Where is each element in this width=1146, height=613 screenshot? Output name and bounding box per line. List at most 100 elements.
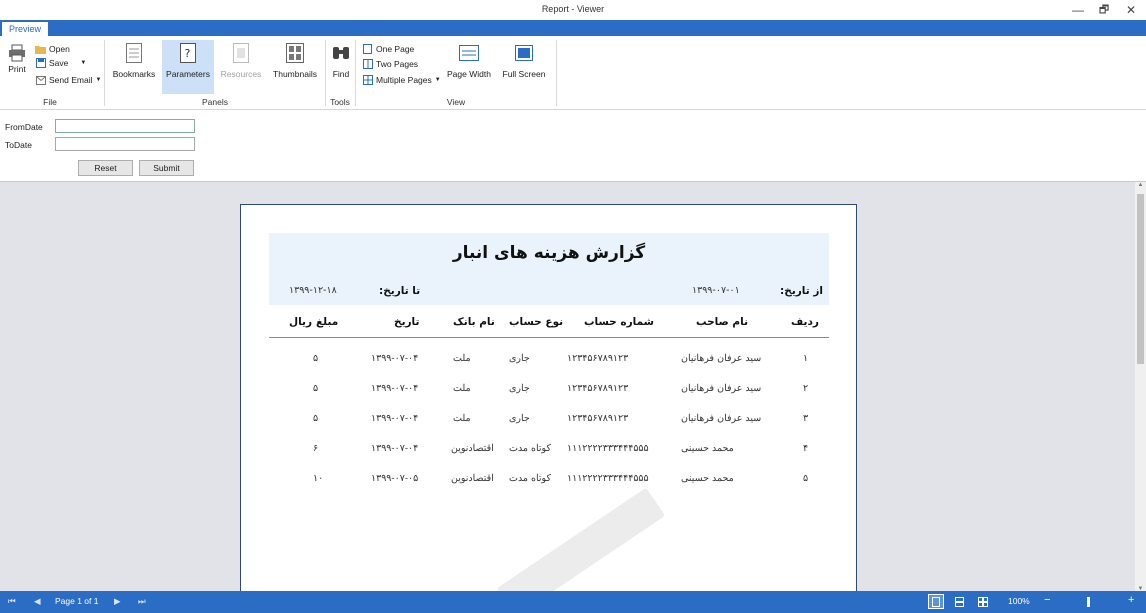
cell-owner: سید عرفان فرهانیان xyxy=(681,383,762,394)
tools-group-label: Tools xyxy=(330,97,350,107)
thumbnails-button[interactable]: Thumbnails xyxy=(270,40,320,94)
cell-account-no: ۱۱۱۲۲۲۲۳۳۳۴۴۴۵۵۵ xyxy=(567,443,649,454)
thumbnails-icon xyxy=(285,42,305,64)
zoom-in-button[interactable]: + xyxy=(1128,594,1134,606)
column-date: تاریخ xyxy=(394,316,420,328)
multi-page-view-icon[interactable] xyxy=(975,594,991,609)
column-currency: ریال xyxy=(289,316,313,328)
column-account-type: نوع حساب xyxy=(509,316,564,328)
resources-button[interactable]: Resources xyxy=(218,40,264,94)
vertical-scrollbar[interactable]: ▲ ▼ xyxy=(1135,182,1146,591)
cell-bank: ملت xyxy=(453,413,471,424)
from-date-label: FromDate xyxy=(5,122,43,132)
multiple-pages-icon xyxy=(362,75,373,86)
minimize-button[interactable]: — xyxy=(1066,1,1090,19)
send-email-button[interactable]: Send Email ▼ xyxy=(35,73,101,87)
full-screen-button[interactable]: Full Screen xyxy=(500,40,548,94)
tab-preview[interactable]: Preview xyxy=(2,22,48,36)
bookmarks-icon xyxy=(124,42,144,64)
full-screen-label: Full Screen xyxy=(502,69,546,79)
report-title: گزارش هزینه های انبار xyxy=(452,243,646,263)
previous-page-icon[interactable]: ◀ xyxy=(34,596,41,607)
report-page: گزارش هزینه های انبار از تاریخ: ۱۳۹۹-۰۷-… xyxy=(240,204,857,591)
send-email-dropdown-icon[interactable]: ▼ xyxy=(95,77,101,83)
watermark xyxy=(496,487,666,591)
ribbon-separator xyxy=(104,40,105,106)
cell-amount: ۶ xyxy=(313,443,319,454)
cell-amount: ۵ xyxy=(313,383,319,394)
open-button[interactable]: Open xyxy=(35,42,70,56)
thumbnails-label: Thumbnails xyxy=(273,69,317,79)
cell-account-type: جاری xyxy=(509,413,530,424)
ribbon-separator xyxy=(355,40,356,106)
window-title: Report - Viewer xyxy=(541,4,605,14)
cell-bank: ملت xyxy=(453,353,471,364)
file-group: Print Open Save ▼ Send Email ▼ File xyxy=(0,36,101,110)
resources-icon xyxy=(231,42,251,64)
svg-text:?: ? xyxy=(185,47,191,60)
to-date-input[interactable] xyxy=(55,137,195,151)
printer-icon xyxy=(7,42,27,64)
print-button[interactable]: Print xyxy=(4,40,30,94)
close-button[interactable]: ✕ xyxy=(1119,1,1143,19)
file-group-label: File xyxy=(43,97,57,107)
two-pages-button[interactable]: Two Pages xyxy=(362,57,418,71)
last-page-icon[interactable]: ⏭ xyxy=(138,596,146,607)
ribbon-separator xyxy=(556,40,557,106)
cell-amount: ۵ xyxy=(313,413,319,424)
one-page-icon xyxy=(362,44,373,55)
two-pages-icon xyxy=(362,59,373,70)
page-width-button[interactable]: Page Width xyxy=(446,40,492,94)
cell-date: ۱۳۹۹-۰۷-۰۵ xyxy=(371,473,419,484)
first-page-icon[interactable]: ⏮ xyxy=(8,596,16,607)
report-viewer[interactable]: گزارش هزینه های انبار از تاریخ: ۱۳۹۹-۰۷-… xyxy=(0,181,1146,591)
multiple-pages-button[interactable]: Multiple Pages ▼ xyxy=(362,73,441,87)
column-amount: مبلغ xyxy=(316,316,339,328)
header-divider xyxy=(269,337,829,338)
find-label: Find xyxy=(332,69,350,79)
column-row: ردیف xyxy=(791,316,819,328)
cell-row: ۳ xyxy=(803,413,809,424)
view-group: One Page Two Pages Multiple Pages ▼ Page… xyxy=(358,36,554,110)
restore-button[interactable]: 🗗 xyxy=(1092,1,1116,19)
cell-amount: ۱۰ xyxy=(313,473,324,484)
scroll-up-icon[interactable]: ▲ xyxy=(1135,182,1146,188)
one-page-button[interactable]: One Page xyxy=(362,42,414,56)
cell-bank: اقتصادنوین xyxy=(451,443,494,454)
zoom-slider-thumb[interactable] xyxy=(1087,597,1090,607)
parameters-button[interactable]: ? Parameters xyxy=(162,40,214,94)
parameters-label: Parameters xyxy=(166,69,210,79)
open-label: Open xyxy=(49,44,70,54)
find-button[interactable]: Find xyxy=(329,40,353,94)
send-email-label: Send Email xyxy=(49,75,93,85)
cell-row: ۴ xyxy=(803,443,809,454)
submit-button[interactable]: Submit xyxy=(139,160,194,176)
bookmarks-label: Bookmarks xyxy=(112,69,156,79)
report-header: گزارش هزینه های انبار از تاریخ: ۱۳۹۹-۰۷-… xyxy=(269,233,829,305)
two-page-view-icon[interactable] xyxy=(951,594,967,609)
next-page-icon[interactable]: ▶ xyxy=(114,596,121,607)
single-page-view-icon[interactable] xyxy=(928,594,944,609)
scrollbar-thumb[interactable] xyxy=(1137,194,1144,364)
from-date-value: ۱۳۹۹-۰۷-۰۱ xyxy=(692,285,740,296)
multiple-pages-dropdown-icon[interactable]: ▼ xyxy=(435,77,441,83)
cell-date: ۱۳۹۹-۰۷-۰۴ xyxy=(371,443,419,454)
zoom-out-button[interactable]: − xyxy=(1044,594,1050,606)
cell-row: ۵ xyxy=(803,473,809,484)
reset-button[interactable]: Reset xyxy=(78,160,133,176)
to-date-caption: تا تاریخ: xyxy=(379,285,421,297)
view-group-label: View xyxy=(446,97,466,107)
cell-bank: اقتصادنوین xyxy=(451,473,494,484)
cell-owner: محمد حسینی xyxy=(681,443,734,454)
save-button[interactable]: Save ▼ xyxy=(35,56,86,70)
to-date-value: ۱۳۹۹-۱۲-۱۸ xyxy=(289,285,337,296)
to-date-label: ToDate xyxy=(5,140,32,150)
cell-account-type: کوتاه مدت xyxy=(509,443,551,454)
bookmarks-button[interactable]: Bookmarks xyxy=(110,40,158,94)
from-date-input[interactable] xyxy=(55,119,195,133)
column-account-no: شماره حساب xyxy=(584,316,654,328)
parameters-panel: FromDate ToDate Reset Submit xyxy=(0,111,1146,179)
folder-icon xyxy=(35,44,46,55)
save-dropdown-icon[interactable]: ▼ xyxy=(80,60,86,66)
from-date-caption: از تاریخ: xyxy=(780,285,823,297)
